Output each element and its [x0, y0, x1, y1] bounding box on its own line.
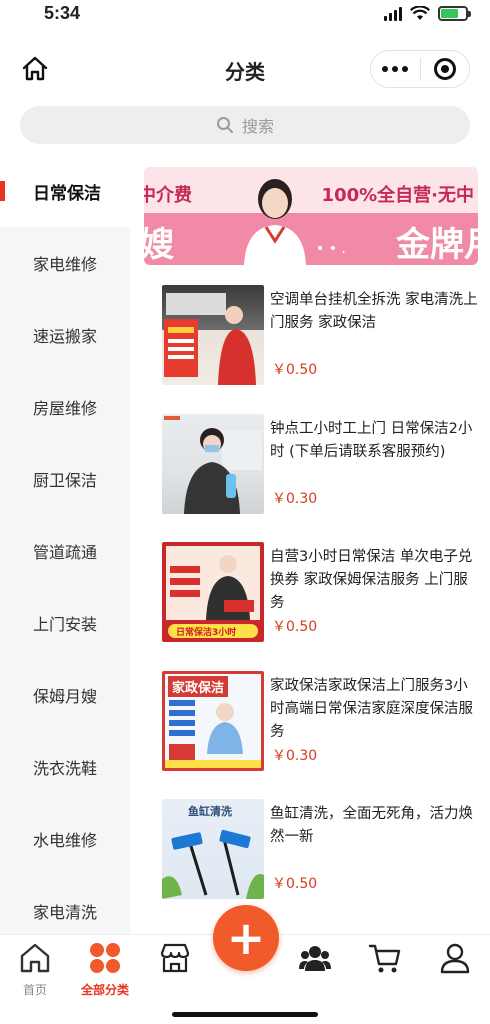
battery-icon — [438, 6, 471, 21]
product-thumbnail: 鱼缸清洗 — [162, 799, 264, 899]
sidebar-item-appliance-repair[interactable]: 家电维修 — [0, 227, 130, 299]
banner-text-left-bottom: 嫂 — [144, 225, 174, 265]
product-item[interactable]: 家政保洁 家政保洁家政保洁上门服务3小时高端日常保洁家庭深度保洁服务 ￥0.30 — [162, 671, 478, 773]
bottom-tab-bar: 首页 全部分类 + — [0, 905, 490, 1024]
tab-label: 全部分类 — [80, 983, 129, 997]
banner-text-left-top: 中介费 — [144, 185, 192, 206]
product-thumbnail: 家政保洁 — [162, 671, 264, 771]
search-input[interactable]: 搜索 — [20, 106, 470, 144]
product-title: 钟点工小时工上门 日常保洁2小时 (下单后请联系客服预约) — [270, 421, 473, 460]
wifi-icon — [410, 6, 430, 20]
search-placeholder: 搜索 — [241, 117, 274, 136]
sidebar-item-moving[interactable]: 速运搬家 — [0, 299, 130, 371]
search-icon — [216, 117, 233, 133]
sidebar-item-label: 管道疏通 — [33, 543, 98, 562]
sidebar-item-label: 水电维修 — [33, 831, 98, 850]
sidebar-item-appliance-cleaning[interactable]: 家电清洗 — [0, 875, 130, 935]
product-price: ￥0.30 — [272, 748, 318, 764]
signal-icon — [384, 6, 402, 21]
product-thumbnail — [162, 414, 264, 514]
home-icon — [20, 943, 50, 973]
sidebar-item-label: 日常保洁 — [33, 183, 101, 204]
product-item[interactable]: 日常保洁3小时 自营3小时日常保洁 单次电子兑换券 家政保姆保洁服务 上门服务 … — [162, 542, 478, 644]
close-target-icon[interactable] — [421, 58, 470, 80]
tab-home[interactable]: 首页 — [5, 941, 65, 998]
product-price: ￥0.50 — [272, 876, 318, 892]
sidebar-item-daily-cleaning[interactable]: 日常保洁 — [0, 155, 130, 227]
product-price: ￥0.50 — [272, 362, 318, 378]
status-time: 5:34 — [44, 3, 81, 23]
thumbnail-caption: 鱼缸清洗 — [188, 805, 232, 818]
product-item[interactable]: 钟点工小时工上门 日常保洁2小时 (下单后请联系客服预约) ￥0.30 — [162, 414, 478, 516]
product-thumbnail: 日常保洁3小时 — [162, 542, 264, 642]
tab-store[interactable] — [145, 941, 205, 979]
cart-icon — [368, 944, 401, 973]
promo-banner[interactable]: 中介费 100%全自营·无中 嫂 金牌月 • • . — [144, 167, 478, 265]
product-image-hourly-cleaning — [164, 416, 262, 514]
banner-text-right-bottom: 金牌月 — [396, 225, 478, 265]
tab-profile[interactable] — [425, 941, 485, 979]
category-icon — [90, 943, 120, 973]
product-list: 中介费 100%全自营·无中 嫂 金牌月 • • . 空调单台挂机全拆洗 家电 — [130, 155, 490, 935]
banner-pagination-dots: • • . — [316, 241, 346, 257]
store-icon — [160, 943, 190, 973]
sidebar-item-kitchen-bath-cleaning[interactable]: 厨卫保洁 — [0, 443, 130, 515]
thumbnail-caption: 日常保洁3小时 — [176, 628, 237, 638]
sidebar-item-label: 厨卫保洁 — [33, 471, 98, 490]
sidebar-item-label: 保姆月嫂 — [33, 687, 98, 706]
add-button[interactable]: + — [213, 905, 279, 971]
tab-cart[interactable] — [355, 941, 415, 979]
mini-program-capsule — [370, 50, 470, 88]
sidebar-item-installation[interactable]: 上门安装 — [0, 587, 130, 659]
sidebar-item-nanny[interactable]: 保姆月嫂 — [0, 659, 130, 731]
banner-text-right-top: 100%全自营·无中 — [321, 185, 474, 206]
product-title: 鱼缸清洗，全面无死角，活力焕然一新 — [270, 806, 473, 845]
thumbnail-caption: 家政保洁 — [168, 676, 229, 697]
product-price: ￥0.50 — [272, 619, 318, 635]
status-bar: 5:34 — [0, 0, 490, 30]
sidebar-item-label: 房屋维修 — [33, 399, 98, 418]
sidebar-item-label: 上门安装 — [33, 615, 98, 634]
user-icon — [440, 943, 470, 974]
tab-label: 首页 — [22, 983, 47, 997]
product-title: 自营3小时日常保洁 单次电子兑换券 家政保姆保洁服务 上门服务 — [270, 549, 473, 611]
product-item[interactable]: 鱼缸清洗 鱼缸清洗，全面无死角，活力焕然一新 ￥0.50 — [162, 799, 478, 901]
sidebar-item-laundry[interactable]: 洗衣洗鞋 — [0, 731, 130, 803]
home-indicator — [172, 1012, 318, 1017]
sidebar-item-label: 速运搬家 — [33, 327, 98, 346]
sidebar-item-label: 洗衣洗鞋 — [33, 759, 98, 778]
plus-icon: + — [226, 911, 266, 965]
sidebar-item-pipe-unclogging[interactable]: 管道疏通 — [0, 515, 130, 587]
status-icons — [384, 6, 471, 21]
product-title: 空调单台挂机全拆洗 家电清洗上门服务 家政保洁 — [270, 292, 478, 331]
product-image-ac-cleaning — [164, 293, 256, 385]
tab-community[interactable] — [285, 941, 345, 979]
product-thumbnail — [162, 285, 264, 385]
more-icon[interactable] — [371, 66, 420, 72]
sidebar-item-plumbing-electric[interactable]: 水电维修 — [0, 803, 130, 875]
product-price: ￥0.30 — [272, 491, 318, 507]
sidebar-item-label: 家电维修 — [33, 255, 98, 274]
nav-bar: 分类 — [0, 42, 490, 94]
product-item[interactable]: 空调单台挂机全拆洗 家电清洗上门服务 家政保洁 ￥0.50 — [162, 285, 478, 387]
tab-all-categories[interactable]: 全部分类 — [75, 941, 135, 998]
category-sidebar: 日常保洁 家电维修 速运搬家 房屋维修 厨卫保洁 管道疏通 上门安装 保姆月嫂 … — [0, 155, 130, 935]
sidebar-item-label: 家电清洗 — [33, 903, 98, 922]
users-icon — [299, 946, 331, 971]
sidebar-item-house-repair[interactable]: 房屋维修 — [0, 371, 130, 443]
banner-person-image — [244, 179, 306, 265]
product-title: 家政保洁家政保洁上门服务3小时高端日常保洁家庭深度保洁服务 — [270, 678, 473, 740]
